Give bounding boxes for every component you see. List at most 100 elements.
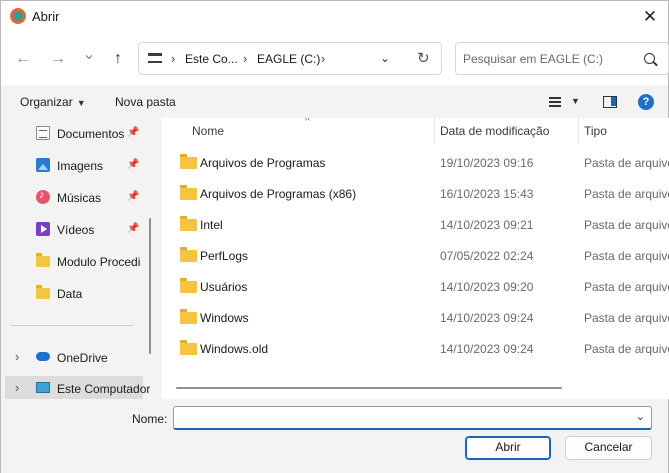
new-folder-button[interactable]: Nova pasta (115, 95, 176, 109)
recent-locations-chevron-icon[interactable]: ⌄ (79, 45, 99, 65)
folder-row[interactable]: Windows.old 14/10/2023 09:24 Pasta de ar… (162, 333, 669, 364)
sidebar-item-label: Modulo Procedi (57, 255, 141, 269)
folder-type: Pasta de arquivos (584, 187, 669, 201)
folder-name: Arquivos de Programas (200, 156, 326, 170)
sidebar-item-documentos[interactable]: Documentos 📌 (1, 121, 147, 147)
dialog-footer: Nome: ⌄ Abrir Cancelar (1, 399, 668, 473)
organize-menu-button[interactable]: Organizar ▼ (20, 95, 86, 109)
breadcrumb-separator-icon[interactable]: › (243, 51, 247, 66)
folder-row[interactable]: Windows 14/10/2023 09:24 Pasta de arquiv… (162, 302, 669, 333)
search-box[interactable] (455, 42, 669, 75)
open-file-dialog: Abrir ✕ ← → ⌄ ↑ › Este Co... › EAGLE (C:… (0, 0, 669, 473)
title-bar: Abrir ✕ (1, 1, 668, 33)
sidebar-item-onedrive[interactable]: › OneDrive (1, 345, 147, 371)
search-icon[interactable] (644, 53, 655, 64)
help-icon[interactable]: ? (638, 94, 654, 110)
folder-name: Intel (200, 218, 223, 232)
folder-date: 19/10/2023 09:16 (440, 156, 534, 170)
caret-down-icon[interactable]: ▼ (571, 96, 580, 106)
folder-type: Pasta de arquivos (584, 342, 669, 356)
folder-date: 07/05/2022 02:24 (440, 249, 534, 263)
view-options-icon[interactable] (549, 97, 561, 107)
command-bar: Organizar ▼ Nova pasta ▼ ? (1, 85, 668, 118)
folder-row[interactable]: PerfLogs 07/05/2022 02:24 Pasta de arqui… (162, 240, 669, 271)
breadcrumb-separator-icon[interactable]: › (321, 51, 325, 66)
sidebar-item-label: OneDrive (57, 351, 108, 365)
folder-row[interactable]: Arquivos de Programas 19/10/2023 09:16 P… (162, 147, 669, 178)
file-name-combobox[interactable]: ⌄ (173, 406, 652, 430)
cloud-icon (36, 352, 50, 361)
folder-type: Pasta de arquivos (584, 156, 669, 170)
folder-icon (180, 154, 197, 169)
cancel-button[interactable]: Cancelar (565, 436, 652, 460)
sidebar-divider (11, 325, 133, 326)
sidebar-item-imagens[interactable]: Imagens 📌 (1, 153, 147, 179)
horizontal-scrollbar[interactable] (176, 387, 562, 389)
sidebar-item-label: Músicas (57, 191, 102, 205)
column-header-name[interactable]: Nome ^ (162, 118, 434, 144)
caret-down-icon: ▼ (76, 98, 86, 108)
folder-name: Windows (200, 311, 249, 325)
sidebar-item-label: Data (57, 287, 83, 301)
sidebar-item-este-computador[interactable]: › Este Computador (5, 376, 150, 399)
pin-icon: 📌 (127, 223, 140, 234)
breadcrumb-separator-icon: › (171, 51, 176, 66)
breadcrumb-eagle-drive[interactable]: EAGLE (C:) (257, 52, 320, 66)
folder-icon (180, 340, 197, 355)
column-header-date-modified[interactable]: Data de modificação (435, 118, 578, 144)
navigation-pane: Documentos 📌 Imagens 📌 Músicas 📌 Vídeos … (1, 118, 159, 399)
open-button[interactable]: Abrir (465, 436, 551, 460)
navigation-bar: ← → ⌄ ↑ › Este Co... › EAGLE (C:) › ⌄ ↻ (1, 33, 669, 85)
folder-icon (180, 216, 197, 231)
address-bar[interactable]: › Este Co... › EAGLE (C:) › ⌄ ↻ (138, 42, 442, 75)
folder-date: 14/10/2023 09:21 (440, 218, 534, 232)
folder-name: Arquivos de Programas (x86) (200, 187, 357, 201)
up-arrow-icon[interactable]: ↑ (108, 49, 128, 69)
pin-icon: 📌 (127, 127, 140, 138)
document-icon (36, 126, 50, 140)
address-dropdown-icon[interactable]: ⌄ (380, 51, 390, 65)
computer-icon (148, 53, 162, 63)
forward-arrow-icon[interactable]: → (48, 49, 68, 69)
folder-type: Pasta de arquivos (584, 311, 669, 325)
back-arrow-icon[interactable]: ← (13, 49, 33, 69)
folder-type: Pasta de arquivos (584, 218, 669, 232)
organize-label: Organizar (20, 95, 73, 109)
sidebar-item-data[interactable]: Data (1, 281, 147, 307)
folder-icon (180, 278, 197, 293)
videos-icon (36, 222, 50, 236)
folder-icon (36, 253, 50, 267)
sidebar-scrollbar[interactable] (149, 218, 151, 354)
folder-date: 14/10/2023 09:24 (440, 342, 534, 356)
file-name-input[interactable] (180, 410, 620, 426)
computer-icon (36, 382, 50, 393)
sidebar-item-label: Vídeos (57, 223, 95, 237)
dialog-title: Abrir (32, 9, 60, 24)
sidebar-item-musicas[interactable]: Músicas 📌 (1, 185, 147, 211)
chevron-down-icon[interactable]: ⌄ (636, 410, 645, 423)
folder-row[interactable]: Intel 14/10/2023 09:21 Pasta de arquivos (162, 209, 669, 240)
preview-pane-icon[interactable] (603, 96, 617, 108)
breadcrumb-este-computador[interactable]: Este Co... (185, 52, 238, 66)
folder-name: Windows.old (200, 342, 269, 356)
search-input[interactable] (463, 50, 633, 68)
expand-chevron-icon[interactable]: › (15, 349, 19, 364)
pictures-icon (36, 158, 50, 172)
folder-row[interactable]: Arquivos de Programas (x86) 16/10/2023 1… (162, 178, 669, 209)
folder-name: Usuários (200, 280, 248, 294)
sidebar-item-label: Imagens (57, 159, 104, 173)
sidebar-item-videos[interactable]: Vídeos 📌 (1, 217, 147, 243)
expand-chevron-icon[interactable]: › (15, 380, 19, 395)
music-icon (36, 189, 50, 204)
sort-ascending-icon: ^ (305, 118, 310, 127)
pin-icon: 📌 (127, 159, 140, 170)
sidebar-item-label: Este Computador (57, 382, 151, 396)
folder-date: 14/10/2023 09:24 (440, 311, 534, 325)
pin-icon: 📌 (127, 191, 140, 202)
refresh-icon[interactable]: ↻ (417, 49, 430, 67)
column-header-type[interactable]: Tipo (579, 118, 669, 144)
close-icon[interactable]: ✕ (640, 7, 660, 27)
folder-icon (180, 247, 197, 262)
sidebar-item-modulo-procedi[interactable]: Modulo Procedi (1, 249, 147, 275)
folder-row[interactable]: Usuários 14/10/2023 09:20 Pasta de arqui… (162, 271, 669, 302)
